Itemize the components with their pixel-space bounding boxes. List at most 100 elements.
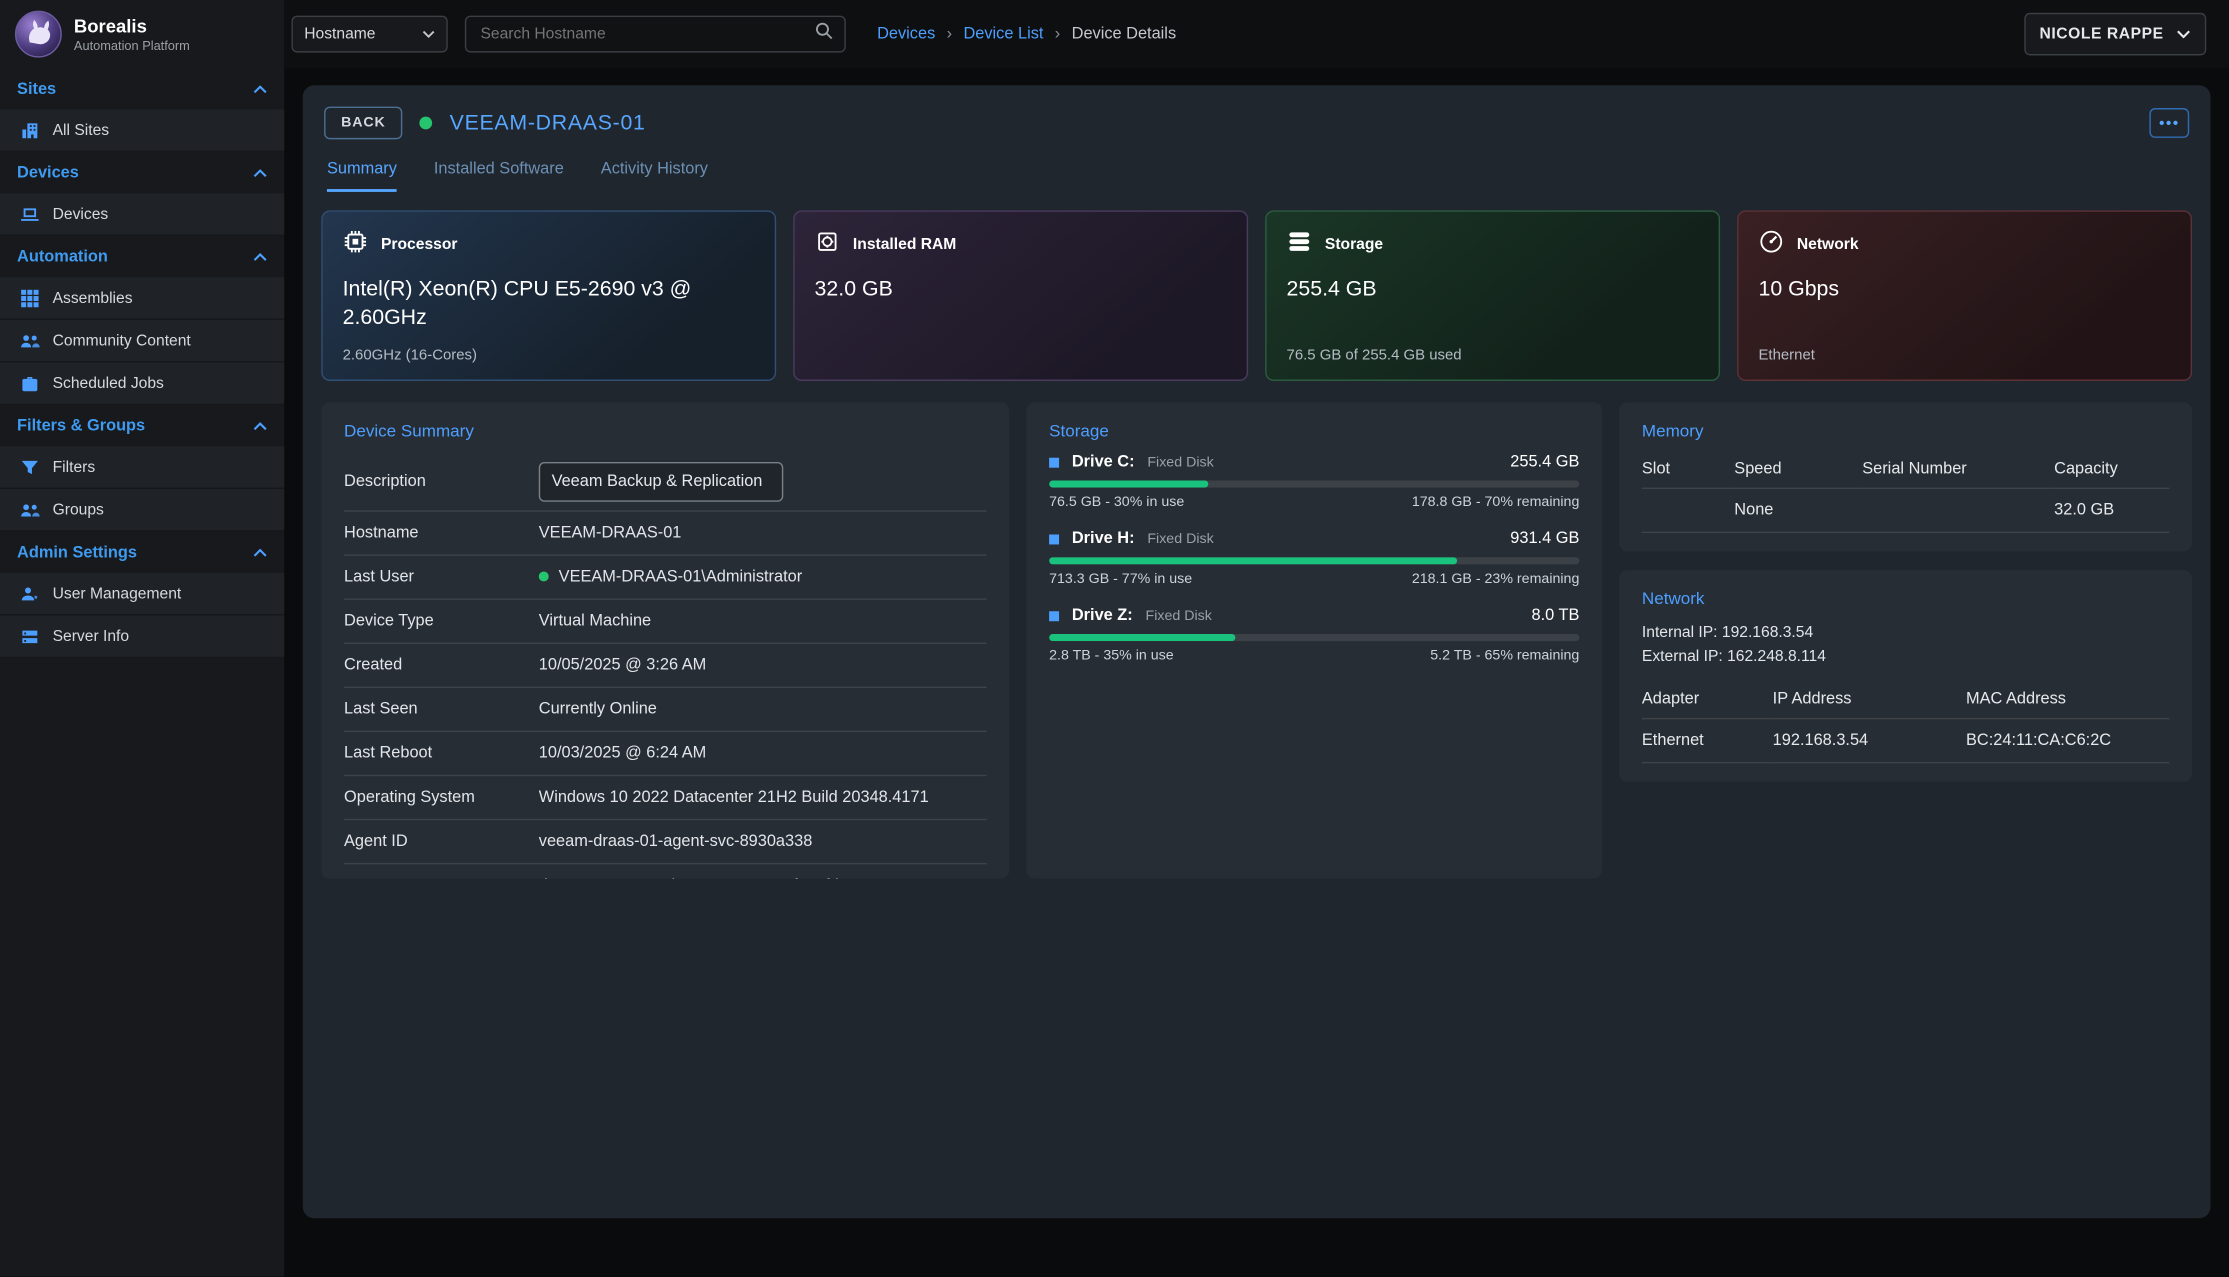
sidebar-item-filters[interactable]: Filters bbox=[0, 446, 284, 489]
server-icon bbox=[20, 626, 40, 646]
filter-icon bbox=[20, 457, 40, 477]
page-title: VEEAM-DRAAS-01 bbox=[450, 111, 646, 135]
row-label: Hostname bbox=[344, 525, 539, 542]
drive-size: 255.4 GB bbox=[1510, 453, 1579, 470]
description-input[interactable] bbox=[539, 462, 784, 502]
borealis-logo-icon bbox=[14, 10, 62, 58]
summary-row-hostname: Hostname VEEAM-DRAAS-01 bbox=[344, 512, 987, 556]
sidebar-section-sites[interactable]: Sites bbox=[0, 68, 284, 109]
storage-icon bbox=[1287, 229, 1313, 259]
panel-title: Memory bbox=[1642, 421, 2169, 441]
user-gear-icon bbox=[20, 584, 40, 604]
search-input[interactable] bbox=[478, 24, 815, 44]
stat-card-title: Installed RAM bbox=[853, 235, 956, 252]
stat-card-value: 32.0 GB bbox=[815, 276, 1206, 305]
sidebar-item-devices[interactable]: Devices bbox=[0, 193, 284, 236]
sidebar-item-label: All Sites bbox=[53, 122, 110, 139]
sidebar-item-label: Server Info bbox=[53, 628, 129, 645]
stat-card-value: 255.4 GB bbox=[1287, 276, 1678, 305]
content-area: BACK VEEAM-DRAAS-01 ••• Summary Installe… bbox=[284, 68, 2229, 1276]
sidebar-item-server-info[interactable]: Server Info bbox=[0, 616, 284, 659]
summary-row-last-user: Last User VEEAM-DRAAS-01\Administrator bbox=[344, 556, 987, 600]
row-value: 10/05/2025 @ 3:26 AM bbox=[539, 657, 987, 674]
drive-bullet-icon bbox=[1049, 457, 1059, 467]
tab-installed-software[interactable]: Installed Software bbox=[434, 161, 564, 192]
sidebar-item-label: Groups bbox=[53, 501, 104, 518]
chevron-up-icon bbox=[253, 164, 267, 181]
more-options-button[interactable]: ••• bbox=[2149, 108, 2189, 138]
row-label: Last User bbox=[344, 569, 539, 586]
drive-usage-bar bbox=[1049, 634, 1579, 641]
row-label: Description bbox=[344, 473, 539, 490]
adapter-ip: 192.168.3.54 bbox=[1773, 719, 1966, 763]
stat-cards: Processor Intel(R) Xeon(R) CPU E5-2690 v… bbox=[321, 210, 2192, 381]
sidebar-item-label: Filters bbox=[53, 458, 96, 475]
drive-row-h: Drive H: Fixed Disk 931.4 GB 713.3 GB - … bbox=[1049, 530, 1579, 587]
adapter-name: Ethernet bbox=[1642, 719, 1773, 763]
panel-title: Network bbox=[1642, 589, 2169, 609]
stat-card-processor: Processor Intel(R) Xeon(R) CPU E5-2690 v… bbox=[321, 210, 776, 381]
breadcrumb-separator: › bbox=[1055, 26, 1060, 43]
search-box bbox=[465, 16, 846, 53]
summary-row-last-seen: Last Seen Currently Online bbox=[344, 688, 987, 732]
sidebar-section-filters-groups[interactable]: Filters & Groups bbox=[0, 405, 284, 446]
drive-row-z: Drive Z: Fixed Disk 8.0 TB 2.8 TB - 35% … bbox=[1049, 607, 1579, 664]
panel-title: Storage bbox=[1049, 421, 1579, 441]
devices-icon bbox=[20, 204, 40, 224]
storage-panel: Storage Drive C: Fixed Disk 255.4 GB 76.… bbox=[1026, 402, 1602, 878]
sidebar-section-admin-settings[interactable]: Admin Settings bbox=[0, 532, 284, 573]
drive-usage-fill bbox=[1049, 557, 1457, 564]
row-value: VEEAM-DRAAS-01 bbox=[539, 525, 987, 542]
row-value: veeam-draas-01-agent-svc-8930a338 bbox=[539, 833, 987, 850]
briefcase-icon bbox=[20, 373, 40, 393]
sidebar-item-community-content[interactable]: Community Content bbox=[0, 320, 284, 363]
chevron-up-icon bbox=[253, 417, 267, 434]
stat-card-subtitle: 76.5 GB of 255.4 GB used bbox=[1287, 347, 1462, 364]
sidebar-section-automation[interactable]: Automation bbox=[0, 236, 284, 277]
row-value: VEEAM-DRAAS-01\Administrator bbox=[559, 569, 802, 586]
breadcrumb: Devices › Device List › Device Details bbox=[877, 26, 1176, 43]
stat-card-subtitle: Ethernet bbox=[1758, 347, 1814, 364]
panel-title: Device Summary bbox=[344, 421, 987, 441]
summary-row-agent-id: Agent ID veeam-draas-01-agent-svc-8930a3… bbox=[344, 820, 987, 864]
summary-row-device-type: Device Type Virtual Machine bbox=[344, 600, 987, 644]
sidebar-section-devices[interactable]: Devices bbox=[0, 152, 284, 193]
sidebar-item-assemblies[interactable]: Assemblies bbox=[0, 277, 284, 320]
stat-card-value: Intel(R) Xeon(R) CPU E5-2690 v3 @ 2.60GH… bbox=[343, 276, 734, 334]
breadcrumb-device-list[interactable]: Device List bbox=[963, 26, 1043, 43]
online-status-icon bbox=[420, 117, 433, 130]
sidebar-item-groups[interactable]: Groups bbox=[0, 489, 284, 532]
column-header: Capacity bbox=[2054, 453, 2169, 489]
back-button[interactable]: BACK bbox=[324, 107, 403, 140]
drive-size: 8.0 TB bbox=[1531, 607, 1579, 624]
sidebar-item-label: Devices bbox=[53, 205, 109, 222]
tab-activity-history[interactable]: Activity History bbox=[601, 161, 708, 192]
sidebar-item-label: User Management bbox=[53, 585, 182, 602]
drive-bullet-icon bbox=[1049, 534, 1059, 544]
drive-used: 76.5 GB - 30% in use bbox=[1049, 495, 1184, 511]
user-menu-button[interactable]: NICOLE RAPPE bbox=[2024, 13, 2206, 56]
row-label: Last Seen bbox=[344, 701, 539, 718]
drive-usage-fill bbox=[1049, 634, 1235, 641]
hostname-filter-select[interactable]: Hostname bbox=[291, 16, 447, 53]
sidebar-item-all-sites[interactable]: All Sites bbox=[0, 109, 284, 152]
summary-row-last-reboot: Last Reboot 10/03/2025 @ 6:24 AM bbox=[344, 732, 987, 776]
breadcrumb-devices[interactable]: Devices bbox=[877, 26, 935, 43]
grid-icon bbox=[20, 288, 40, 308]
sidebar-item-scheduled-jobs[interactable]: Scheduled Jobs bbox=[0, 362, 284, 405]
section-label: Admin Settings bbox=[17, 544, 137, 561]
drive-name: Drive C: bbox=[1072, 453, 1135, 470]
sidebar-item-label: Assemblies bbox=[53, 289, 133, 306]
app-root: Borealis Automation Platform Sites All S… bbox=[0, 0, 2229, 1277]
search-icon bbox=[815, 21, 833, 47]
sidebar: Borealis Automation Platform Sites All S… bbox=[0, 0, 284, 1277]
row-label: Agent ID bbox=[344, 833, 539, 850]
chevron-down-icon bbox=[422, 26, 435, 43]
memory-speed: None bbox=[1734, 489, 1862, 533]
stat-card-ram: Installed RAM 32.0 GB bbox=[793, 210, 1248, 381]
sidebar-item-user-management[interactable]: User Management bbox=[0, 573, 284, 616]
drive-used: 2.8 TB - 35% in use bbox=[1049, 648, 1174, 664]
drive-remaining: 5.2 TB - 65% remaining bbox=[1430, 648, 1579, 664]
memory-panel: Memory Slot Speed Serial Number Capacity… bbox=[1619, 402, 2192, 551]
tab-summary[interactable]: Summary bbox=[327, 161, 397, 192]
